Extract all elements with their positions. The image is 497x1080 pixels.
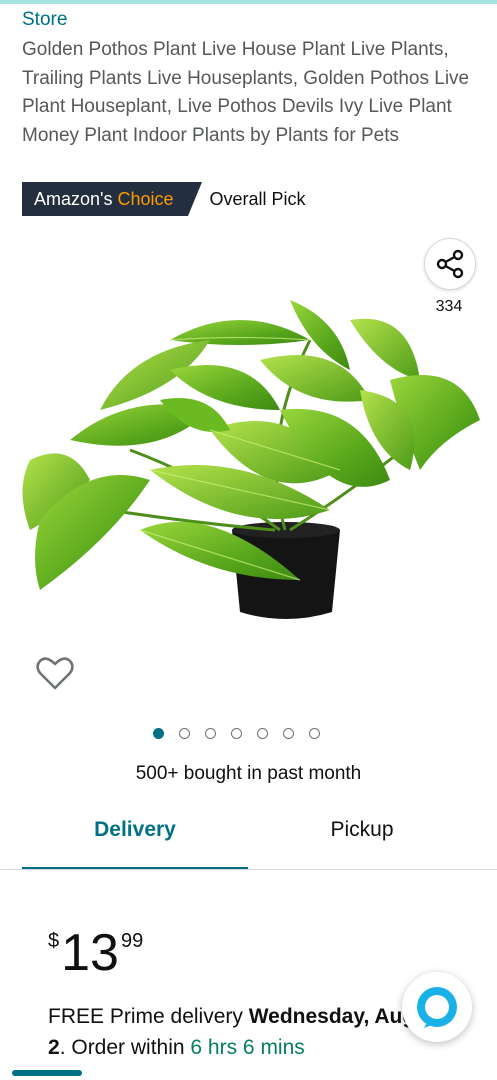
carousel-dot[interactable] xyxy=(231,728,242,739)
amazons-choice-badge[interactable]: Amazon's Choice Overall Pick xyxy=(22,182,306,216)
badge-label: Amazon's Choice xyxy=(22,182,188,216)
badge-prefix: Amazon's xyxy=(34,188,113,209)
golden-pothos-plant-image[interactable] xyxy=(10,280,490,640)
delivery-prefix: FREE Prime delivery xyxy=(48,1005,249,1028)
price-whole: 13 xyxy=(61,924,119,982)
carousel-dot[interactable] xyxy=(257,728,268,739)
bottom-nav-indicator xyxy=(12,1070,82,1076)
carousel-dot[interactable] xyxy=(179,728,190,739)
share-icon xyxy=(436,249,464,279)
tab-delivery[interactable]: Delivery xyxy=(22,818,248,842)
store-link[interactable]: Store xyxy=(22,9,67,31)
carousel-dot[interactable] xyxy=(309,728,320,739)
delivery-middle: . Order within xyxy=(59,1036,191,1059)
alexa-button[interactable] xyxy=(402,972,472,1042)
price: $ 13 99 xyxy=(48,925,143,981)
top-strip xyxy=(0,0,497,4)
carousel-dot[interactable] xyxy=(283,728,294,739)
delivery-message: FREE Prime delivery Wednesday, August 2.… xyxy=(48,1001,448,1063)
product-page: Store Golden Pothos Plant Live House Pla… xyxy=(0,0,497,1080)
price-fraction: 99 xyxy=(120,930,144,952)
heart-icon[interactable] xyxy=(36,655,74,691)
carousel-dot[interactable] xyxy=(205,728,216,739)
tab-divider xyxy=(0,869,497,870)
badge-overall-pick: Overall Pick xyxy=(209,188,306,209)
carousel-dot[interactable] xyxy=(153,728,164,739)
price-symbol: $ xyxy=(48,930,60,952)
delivery-countdown: 6 hrs 6 mins xyxy=(190,1036,305,1059)
badge-choice: Choice xyxy=(117,188,174,209)
badge-tail xyxy=(187,182,202,216)
product-title: Golden Pothos Plant Live House Plant Liv… xyxy=(22,39,470,146)
image-carousel-dots[interactable] xyxy=(153,728,320,739)
alexa-icon xyxy=(417,987,457,1028)
tab-pickup[interactable]: Pickup xyxy=(249,818,475,842)
bought-in-past-month: 500+ bought in past month xyxy=(135,763,362,784)
